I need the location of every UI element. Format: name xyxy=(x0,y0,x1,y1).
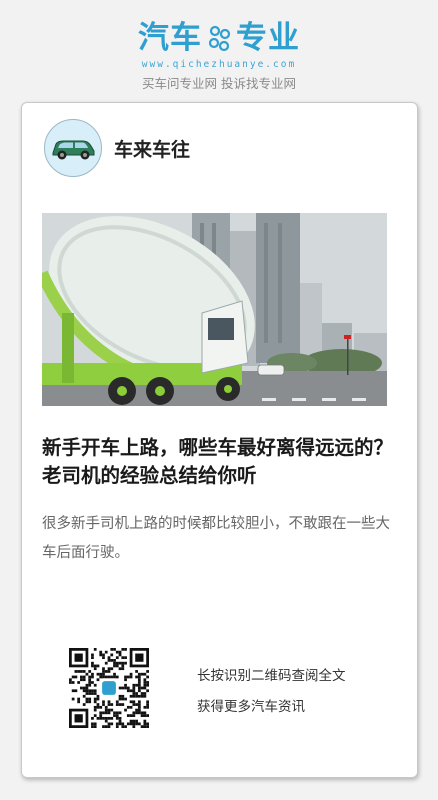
brand-header: 汽车 专业 www.qichezhuanye.com 买车问专业网 投诉找专业网 xyxy=(0,18,438,92)
cement-mixer-truck-photo xyxy=(42,213,387,406)
author-header[interactable]: 车来车往 xyxy=(44,119,190,177)
author-name: 车来车往 xyxy=(114,138,191,161)
brand-url: www.qichezhuanye.com xyxy=(141,59,297,70)
qr-caption-line1: 长按识别二维码查阅全文 xyxy=(197,668,346,684)
article-hero-image[interactable] xyxy=(42,213,387,406)
article-title[interactable]: 新手开车上路，哪些车最好离得远远的？老司机的经验总结给你听 xyxy=(42,434,397,490)
qr-code-icon[interactable] xyxy=(69,648,149,728)
brand-logo: 汽车 专业 xyxy=(0,18,438,58)
qr-caption-line2: 获得更多汽车资讯 xyxy=(197,699,305,715)
brand-slogan: 买车问专业网 投诉找专业网 xyxy=(142,76,296,91)
brand-logo-right: 专业 xyxy=(236,20,300,56)
brand-logo-left: 汽车 xyxy=(138,20,202,56)
qr-caption: 长按识别二维码查阅全文 获得更多汽车资讯 xyxy=(197,661,346,723)
gear-icon xyxy=(208,25,231,52)
article-card: 车来车往 新手开车上路，哪些车最好离得远远的？老司机的经验总结给你听 很多新手司… xyxy=(21,102,418,778)
car-avatar-icon xyxy=(44,119,102,177)
article-summary: 很多新手司机上路的时候都比较胆小，不敢跟在一些大车后面行驶。 xyxy=(42,516,390,561)
